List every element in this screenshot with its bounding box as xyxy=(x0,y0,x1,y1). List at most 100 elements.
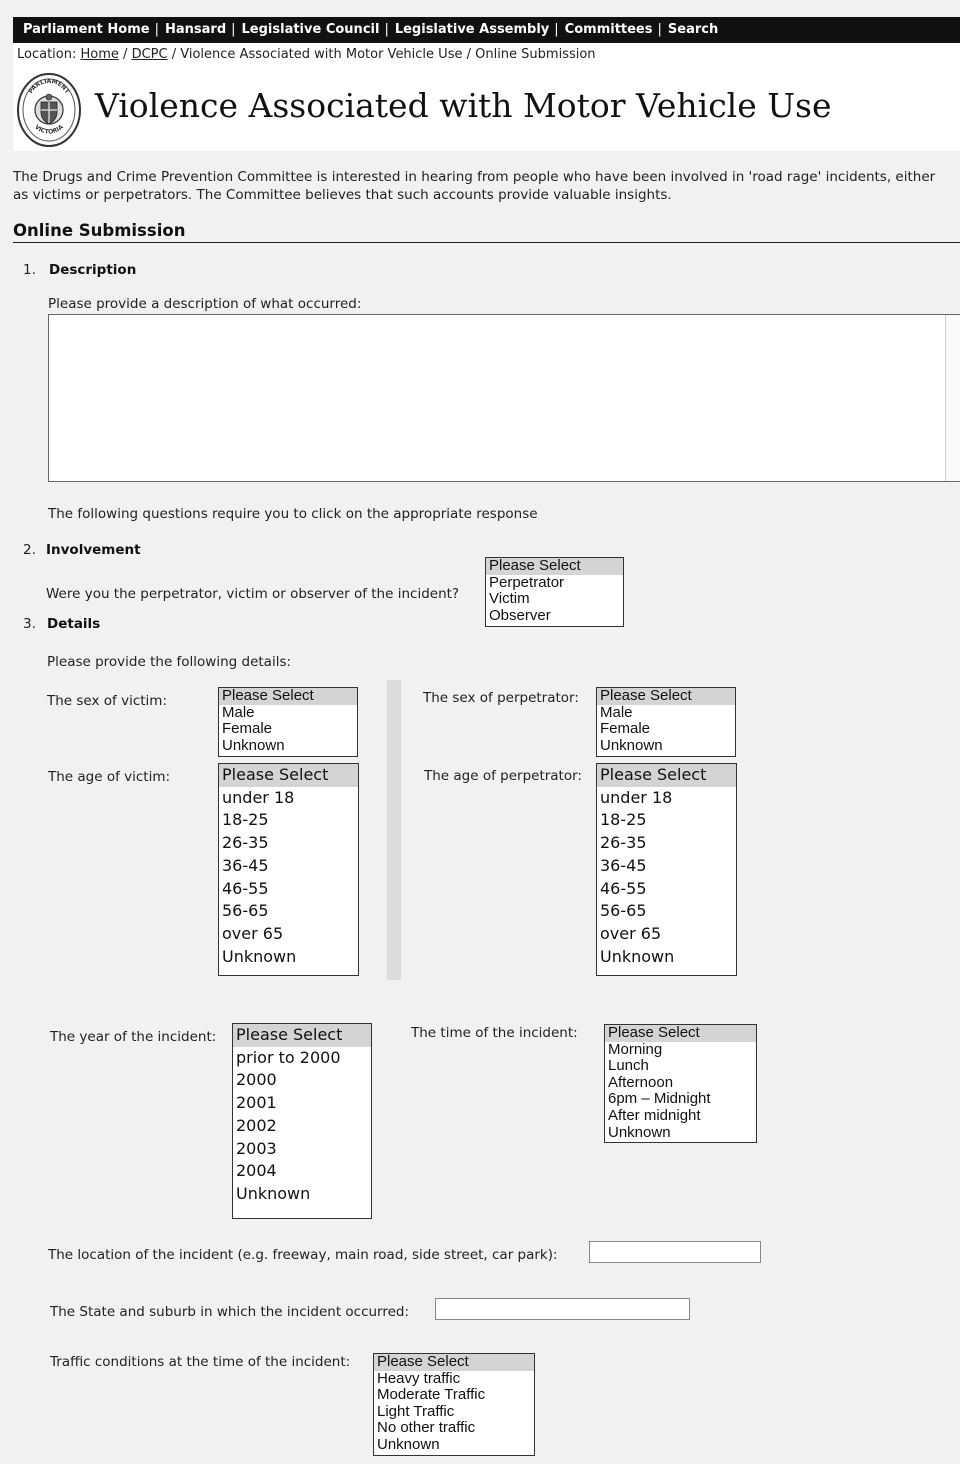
option-please-select[interactable]: Please Select xyxy=(374,1354,534,1371)
sex-victim-label: The sex of victim: xyxy=(47,693,167,709)
nav-legislative-council[interactable]: Legislative Council xyxy=(242,22,380,37)
nav-separator: | xyxy=(231,22,236,37)
option-perpetrator[interactable]: Perpetrator xyxy=(486,574,623,592)
option-morning[interactable]: Morning xyxy=(605,1041,756,1059)
option-please-select[interactable]: Please Select xyxy=(219,688,357,705)
question-title-details: Details xyxy=(47,616,101,632)
option-please-select[interactable]: Please Select xyxy=(233,1024,371,1047)
option-please-select[interactable]: Please Select xyxy=(486,558,623,575)
nav-search[interactable]: Search xyxy=(668,22,718,37)
nav-legislative-assembly[interactable]: Legislative Assembly xyxy=(395,22,549,37)
option-under-18[interactable]: under 18 xyxy=(597,787,736,810)
sex-perpetrator-select[interactable]: Please Select Male Female Unknown xyxy=(596,687,736,757)
parliament-seal-logo: PARLIAMENT VICTORIA xyxy=(17,73,81,147)
breadcrumb-separator: / xyxy=(123,47,128,62)
page-title: Violence Associated with Motor Vehicle U… xyxy=(95,86,832,125)
age-victim-select[interactable]: Please Select under 18 18-25 26-35 36-45… xyxy=(218,763,359,976)
option-victim[interactable]: Victim xyxy=(486,591,623,608)
intro-paragraph: The Drugs and Crime Prevention Committee… xyxy=(13,169,936,203)
breadcrumb-dcpc-link[interactable]: DCPC xyxy=(132,47,168,62)
option-after-midnight[interactable]: After midnight xyxy=(605,1107,756,1125)
option-2000[interactable]: 2000 xyxy=(233,1069,371,1092)
option-2004[interactable]: 2004 xyxy=(233,1160,371,1183)
breadcrumb-home-link[interactable]: Home xyxy=(81,47,119,62)
nav-separator: | xyxy=(657,22,662,37)
question-number: 2. xyxy=(23,542,36,558)
option-26-35[interactable]: 26-35 xyxy=(597,832,736,855)
breadcrumb-prefix: Location: xyxy=(17,47,77,62)
state-suburb-label: The State and suburb in which the incide… xyxy=(50,1304,410,1320)
location-label: The location of the incident (e.g. freew… xyxy=(48,1247,558,1263)
instruction-text: The following questions require you to c… xyxy=(48,506,538,522)
traffic-select[interactable]: Please Select Heavy traffic Moderate Tra… xyxy=(373,1353,535,1456)
option-female[interactable]: Female xyxy=(597,721,735,738)
question-title-description: Description xyxy=(49,262,137,278)
question-title-involvement: Involvement xyxy=(46,542,141,558)
nav-committees[interactable]: Committees xyxy=(565,22,653,37)
nav-separator: | xyxy=(384,22,389,37)
nav-parliament-home[interactable]: Parliament Home xyxy=(13,22,150,37)
nav-separator: | xyxy=(554,22,559,37)
option-heavy-traffic[interactable]: Heavy traffic xyxy=(374,1370,534,1388)
option-unknown[interactable]: Unknown xyxy=(597,946,736,969)
option-male[interactable]: Male xyxy=(219,704,357,722)
age-victim-label: The age of victim: xyxy=(48,769,171,785)
option-unknown[interactable]: Unknown xyxy=(605,1124,756,1142)
details-prompt: Please provide the following details: xyxy=(47,654,292,670)
involvement-prompt: Were you the perpetrator, victim or obse… xyxy=(46,586,460,602)
nav-separator: | xyxy=(154,22,159,37)
year-select[interactable]: Please Select prior to 2000 2000 2001 20… xyxy=(232,1023,372,1219)
option-56-65[interactable]: 56-65 xyxy=(597,900,736,923)
option-light-traffic[interactable]: Light Traffic xyxy=(374,1403,534,1421)
section-title: Online Submission xyxy=(13,221,186,240)
state-suburb-input[interactable] xyxy=(435,1298,690,1320)
traffic-label: Traffic conditions at the time of the in… xyxy=(50,1354,351,1370)
description-textarea[interactable] xyxy=(48,314,960,482)
option-under-18[interactable]: under 18 xyxy=(219,787,358,810)
option-unknown[interactable]: Unknown xyxy=(219,737,357,755)
description-prompt: Please provide a description of what occ… xyxy=(48,296,362,312)
option-56-65[interactable]: 56-65 xyxy=(219,900,358,923)
option-please-select[interactable]: Please Select xyxy=(597,688,735,705)
breadcrumb-current: / Violence Associated with Motor Vehicle… xyxy=(171,47,596,62)
option-6pm-midnight[interactable]: 6pm – Midnight xyxy=(605,1091,756,1108)
year-label: The year of the incident: xyxy=(50,1029,217,1045)
option-26-35[interactable]: 26-35 xyxy=(219,832,358,855)
option-36-45[interactable]: 36-45 xyxy=(597,855,736,878)
option-please-select[interactable]: Please Select xyxy=(605,1025,756,1042)
option-unknown[interactable]: Unknown xyxy=(597,737,735,755)
option-18-25[interactable]: 18-25 xyxy=(219,809,358,832)
option-46-55[interactable]: 46-55 xyxy=(597,878,736,901)
option-unknown[interactable]: Unknown xyxy=(233,1183,371,1206)
option-2003[interactable]: 2003 xyxy=(233,1138,371,1161)
involvement-select[interactable]: Please Select Perpetrator Victim Observe… xyxy=(485,557,624,627)
option-please-select[interactable]: Please Select xyxy=(597,764,736,787)
option-36-45[interactable]: 36-45 xyxy=(219,855,358,878)
option-female[interactable]: Female xyxy=(219,721,357,738)
option-18-25[interactable]: 18-25 xyxy=(597,809,736,832)
option-2001[interactable]: 2001 xyxy=(233,1092,371,1115)
option-over-65[interactable]: over 65 xyxy=(219,923,358,946)
option-lunch[interactable]: Lunch xyxy=(605,1058,756,1075)
option-over-65[interactable]: over 65 xyxy=(597,923,736,946)
option-unknown[interactable]: Unknown xyxy=(219,946,358,969)
time-label: The time of the incident: xyxy=(411,1025,578,1041)
option-observer[interactable]: Observer xyxy=(486,607,623,625)
option-no-other-traffic[interactable]: No other traffic xyxy=(374,1420,534,1437)
option-moderate-traffic[interactable]: Moderate Traffic xyxy=(374,1387,534,1404)
option-46-55[interactable]: 46-55 xyxy=(219,878,358,901)
option-please-select[interactable]: Please Select xyxy=(219,764,358,787)
question-number: 3. xyxy=(23,616,36,632)
option-afternoon[interactable]: Afternoon xyxy=(605,1074,756,1092)
time-select[interactable]: Please Select Morning Lunch Afternoon 6p… xyxy=(604,1024,757,1143)
textarea-scrollbar[interactable] xyxy=(945,315,960,481)
sex-victim-select[interactable]: Please Select Male Female Unknown xyxy=(218,687,358,757)
sex-perpetrator-label: The sex of perpetrator: xyxy=(423,690,579,706)
location-input[interactable] xyxy=(589,1241,761,1263)
option-male[interactable]: Male xyxy=(597,704,735,722)
option-unknown[interactable]: Unknown xyxy=(374,1436,534,1454)
age-perpetrator-select[interactable]: Please Select under 18 18-25 26-35 36-45… xyxy=(596,763,737,976)
option-prior-to-2000[interactable]: prior to 2000 xyxy=(233,1047,371,1070)
nav-hansard[interactable]: Hansard xyxy=(165,22,226,37)
option-2002[interactable]: 2002 xyxy=(233,1115,371,1138)
